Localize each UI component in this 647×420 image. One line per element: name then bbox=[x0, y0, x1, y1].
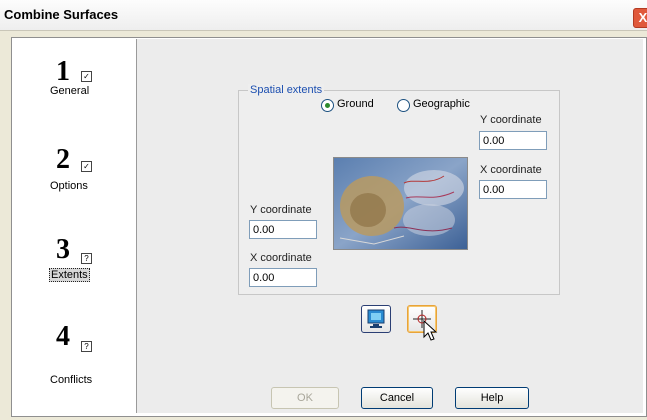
zoom-extent-button[interactable] bbox=[361, 305, 391, 333]
radio-ground[interactable] bbox=[321, 99, 334, 112]
checkmark-icon: ✓ bbox=[81, 71, 92, 82]
help-button[interactable]: Help bbox=[455, 387, 529, 409]
lower-x-field[interactable]: 0.00 bbox=[249, 268, 317, 287]
surface-preview-image bbox=[333, 157, 468, 250]
step-label: Options bbox=[50, 180, 88, 192]
step-number: 1 bbox=[56, 56, 70, 87]
wizard-steps-panel: 1 ✓ General 2 ✓ Options 3 ? Extents 4 ? … bbox=[13, 39, 137, 413]
step-label: Conflicts bbox=[50, 374, 93, 386]
cancel-button[interactable]: Cancel bbox=[361, 387, 433, 409]
upper-y-field[interactable]: 0.00 bbox=[479, 131, 547, 150]
radio-selected-dot bbox=[325, 103, 330, 108]
zoom-extent-icon bbox=[367, 309, 385, 328]
title-bar: Combine Surfaces bbox=[0, 0, 647, 31]
question-icon: ? bbox=[81, 341, 92, 352]
upper-x-field[interactable]: 0.00 bbox=[479, 180, 547, 199]
radio-geographic[interactable] bbox=[397, 99, 410, 112]
step-label: Extents bbox=[49, 268, 90, 282]
step-number: 3 bbox=[56, 234, 70, 265]
close-button[interactable]: X bbox=[633, 8, 647, 28]
group-legend: Spatial extents bbox=[248, 84, 325, 96]
lower-y-label: Y coordinate bbox=[250, 204, 312, 216]
radio-geographic-label: Geographic bbox=[413, 98, 470, 110]
ok-button[interactable]: OK bbox=[271, 387, 339, 409]
checkmark-icon: ✓ bbox=[81, 161, 92, 172]
mouse-cursor-icon bbox=[423, 320, 438, 341]
step-number: 4 bbox=[56, 321, 70, 352]
upper-x-label: X coordinate bbox=[480, 164, 542, 176]
lower-y-field[interactable]: 0.00 bbox=[249, 220, 317, 239]
lower-x-label: X coordinate bbox=[250, 252, 312, 264]
upper-y-label: Y coordinate bbox=[480, 114, 542, 126]
close-icon: X bbox=[638, 10, 647, 25]
step-number: 2 bbox=[56, 144, 70, 175]
window-title: Combine Surfaces bbox=[4, 7, 119, 22]
radio-ground-label: Ground bbox=[337, 98, 374, 110]
step-label: General bbox=[50, 85, 90, 97]
question-icon: ? bbox=[81, 253, 92, 264]
